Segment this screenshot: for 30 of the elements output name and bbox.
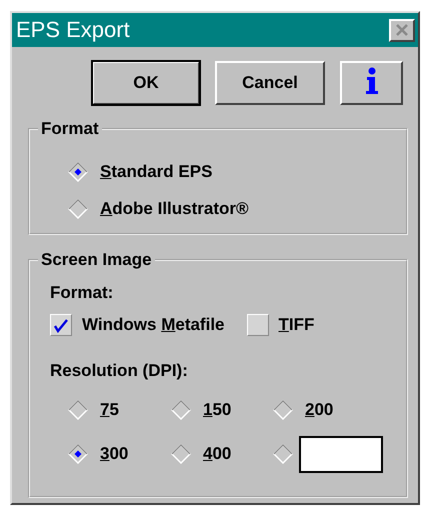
radio-button[interactable] xyxy=(68,199,88,219)
checkbox-label: Windows Metafile xyxy=(82,315,224,335)
format-label: Format: xyxy=(50,283,114,303)
checkbox[interactable] xyxy=(50,314,72,336)
window-title: EPS Export xyxy=(16,17,130,43)
resolution-label: Resolution (DPI): xyxy=(50,361,188,381)
option-label: 150 xyxy=(203,400,232,420)
group-title: Screen Image xyxy=(40,250,153,270)
info-icon xyxy=(364,66,378,94)
option-label: Adobe Illustrator® xyxy=(100,199,249,219)
ok-button[interactable]: OK xyxy=(92,61,200,105)
option-label: 300 xyxy=(100,444,128,464)
radio-button[interactable] xyxy=(68,400,88,420)
radio-button[interactable] xyxy=(68,444,88,464)
radio-button[interactable] xyxy=(273,400,293,420)
close-icon xyxy=(395,24,409,36)
radio-button[interactable] xyxy=(273,444,293,464)
radio-button[interactable] xyxy=(171,444,191,464)
input-field[interactable] xyxy=(299,436,383,472)
option-label: 75 xyxy=(100,400,119,420)
option-label: 400 xyxy=(203,444,232,464)
cancel-button[interactable]: Cancel xyxy=(215,61,325,105)
radio-button[interactable] xyxy=(171,400,191,420)
info-button[interactable] xyxy=(340,61,403,105)
checkbox-label: TIFF xyxy=(278,315,314,335)
checkbox[interactable] xyxy=(246,314,268,336)
option-label: Standard EPS xyxy=(100,162,212,182)
option-label: 200 xyxy=(305,400,334,420)
group-title: Format xyxy=(40,119,100,139)
radio-button[interactable] xyxy=(68,162,88,182)
